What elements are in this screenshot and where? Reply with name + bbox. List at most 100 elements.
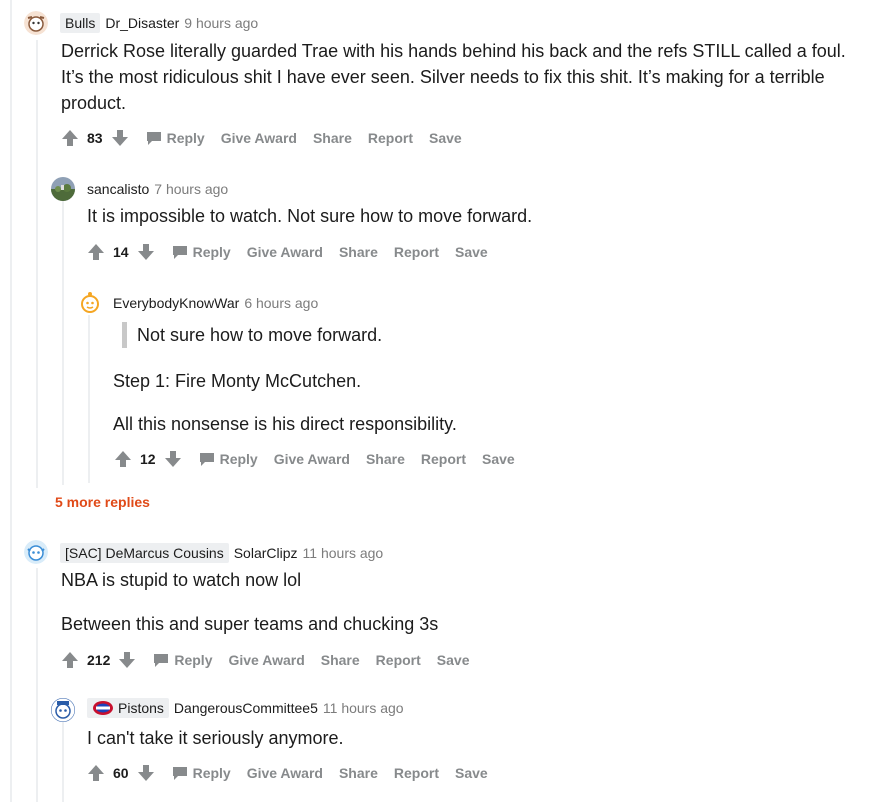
user-flair-label: Pistons <box>118 700 164 716</box>
save-button[interactable]: Save <box>429 130 462 146</box>
thread-line[interactable] <box>62 200 64 485</box>
timestamp[interactable]: 6 hours ago <box>244 295 318 311</box>
report-button[interactable]: Report <box>421 451 466 467</box>
avatar-icon <box>51 177 75 201</box>
comment-text: NBA is stupid to watch now lol <box>61 570 302 590</box>
comment-actions: 14 Reply Give Award Share Report Save <box>87 243 504 261</box>
user-flair[interactable]: Bulls <box>60 13 101 33</box>
thread-line[interactable] <box>36 40 38 488</box>
comment-body: I can't take it seriously anymore. <box>87 725 847 751</box>
report-button[interactable]: Report <box>394 765 439 781</box>
username[interactable]: EverybodyKnowWar <box>113 295 239 311</box>
comment-body: It is impossible to watch. Not sure how … <box>87 203 847 229</box>
share-button[interactable]: Share <box>366 451 405 467</box>
give-award-button[interactable]: Give Award <box>228 652 304 668</box>
give-award-button[interactable]: Give Award <box>274 451 350 467</box>
more-replies-link[interactable]: 5 more replies <box>55 494 150 510</box>
comment-text: Derrick Rose literally guarded Trae with… <box>61 41 846 113</box>
share-button[interactable]: Share <box>339 244 378 260</box>
comment-text: I can't take it seriously anymore. <box>87 728 344 748</box>
comment-body: Step 1: Fire Monty McCutchen. <box>113 368 843 394</box>
comment-body: NBA is stupid to watch now lol <box>61 567 851 593</box>
avatar[interactable] <box>51 698 75 722</box>
timestamp[interactable]: 11 hours ago <box>323 700 404 716</box>
give-award-button[interactable]: Give Award <box>221 130 297 146</box>
report-button[interactable]: Report <box>394 244 439 260</box>
give-award-button[interactable]: Give Award <box>247 244 323 260</box>
user-flair[interactable]: Pistons <box>87 698 169 718</box>
user-flair[interactable]: [SAC] DeMarcus Cousins <box>60 543 229 563</box>
reply-button[interactable]: Reply <box>152 652 212 668</box>
comment-actions: 83 Reply Give Award Share Report Save <box>61 129 478 147</box>
downvote-icon[interactable] <box>118 651 136 669</box>
comment-text: All this nonsense is his direct responsi… <box>113 414 457 434</box>
avatar-icon <box>24 540 48 564</box>
comment-actions: 12 Reply Give Award Share Report Save <box>114 450 531 468</box>
upvote-icon[interactable] <box>87 243 105 261</box>
save-button[interactable]: Save <box>482 451 515 467</box>
quote-text: Not sure how to move forward. <box>122 322 822 348</box>
reply-label: Reply <box>219 451 258 467</box>
vote-count: 14 <box>113 244 129 260</box>
comment-actions: 60 Reply Give Award Share Report Save <box>87 764 504 782</box>
upvote-icon[interactable] <box>61 129 79 147</box>
avatar-icon <box>24 11 48 35</box>
comment-meta: Bulls Dr_Disaster 9 hours ago <box>60 13 258 33</box>
report-button[interactable]: Report <box>368 130 413 146</box>
avatar[interactable] <box>51 177 75 201</box>
comment-meta: [SAC] DeMarcus Cousins SolarClipz 11 hou… <box>60 543 383 563</box>
save-button[interactable]: Save <box>437 652 470 668</box>
thread-line[interactable] <box>36 568 38 802</box>
upvote-icon[interactable] <box>114 450 132 468</box>
avatar[interactable] <box>24 11 48 35</box>
upvote-icon[interactable] <box>61 651 79 669</box>
comment-icon <box>172 767 187 780</box>
save-button[interactable]: Save <box>455 244 488 260</box>
reply-button[interactable]: Reply <box>145 130 205 146</box>
thread-line[interactable] <box>88 315 90 483</box>
save-button[interactable]: Save <box>455 765 488 781</box>
timestamp[interactable]: 9 hours ago <box>184 15 258 31</box>
give-award-button[interactable]: Give Award <box>247 765 323 781</box>
reply-button[interactable]: Reply <box>171 244 231 260</box>
avatar[interactable] <box>24 540 48 564</box>
username[interactable]: Dr_Disaster <box>105 15 179 31</box>
comment-meta: Pistons DangerousCommittee5 11 hours ago <box>87 698 404 718</box>
upvote-icon[interactable] <box>87 764 105 782</box>
reply-button[interactable]: Reply <box>171 765 231 781</box>
report-button[interactable]: Report <box>376 652 421 668</box>
comment-meta: sancalisto 7 hours ago <box>87 181 228 197</box>
timestamp[interactable]: 7 hours ago <box>154 181 228 197</box>
comment-body: All this nonsense is his direct responsi… <box>113 411 843 437</box>
comment-text: It is impossible to watch. Not sure how … <box>87 206 533 226</box>
comment-text: Between this and super teams and chuckin… <box>61 614 439 634</box>
reply-label: Reply <box>192 765 231 781</box>
share-button[interactable]: Share <box>313 130 352 146</box>
timestamp[interactable]: 11 hours ago <box>303 545 384 561</box>
share-button[interactable]: Share <box>321 652 360 668</box>
thread-line[interactable] <box>10 0 12 802</box>
avatar-icon <box>78 291 102 315</box>
avatar[interactable] <box>78 291 102 315</box>
downvote-icon[interactable] <box>111 129 129 147</box>
comment-body: Derrick Rose literally guarded Trae with… <box>61 38 851 116</box>
username[interactable]: DangerousCommittee5 <box>174 700 318 716</box>
username[interactable]: SolarClipz <box>234 545 298 561</box>
blockquote: Not sure how to move forward. <box>122 322 822 348</box>
vote-count: 83 <box>87 130 103 146</box>
comment-meta: EverybodyKnowWar 6 hours ago <box>113 295 318 311</box>
username[interactable]: sancalisto <box>87 181 149 197</box>
comment-body: Between this and super teams and chuckin… <box>61 611 851 637</box>
reply-label: Reply <box>174 652 213 668</box>
reply-button[interactable]: Reply <box>198 451 258 467</box>
vote-count: 12 <box>140 451 156 467</box>
reply-label: Reply <box>192 244 231 260</box>
downvote-icon[interactable] <box>137 243 155 261</box>
share-button[interactable]: Share <box>339 765 378 781</box>
downvote-icon[interactable] <box>137 764 155 782</box>
comment-icon <box>199 453 214 466</box>
vote-count: 212 <box>87 652 111 668</box>
downvote-icon[interactable] <box>164 450 182 468</box>
comment-icon <box>146 132 161 145</box>
thread-line[interactable] <box>62 722 64 802</box>
